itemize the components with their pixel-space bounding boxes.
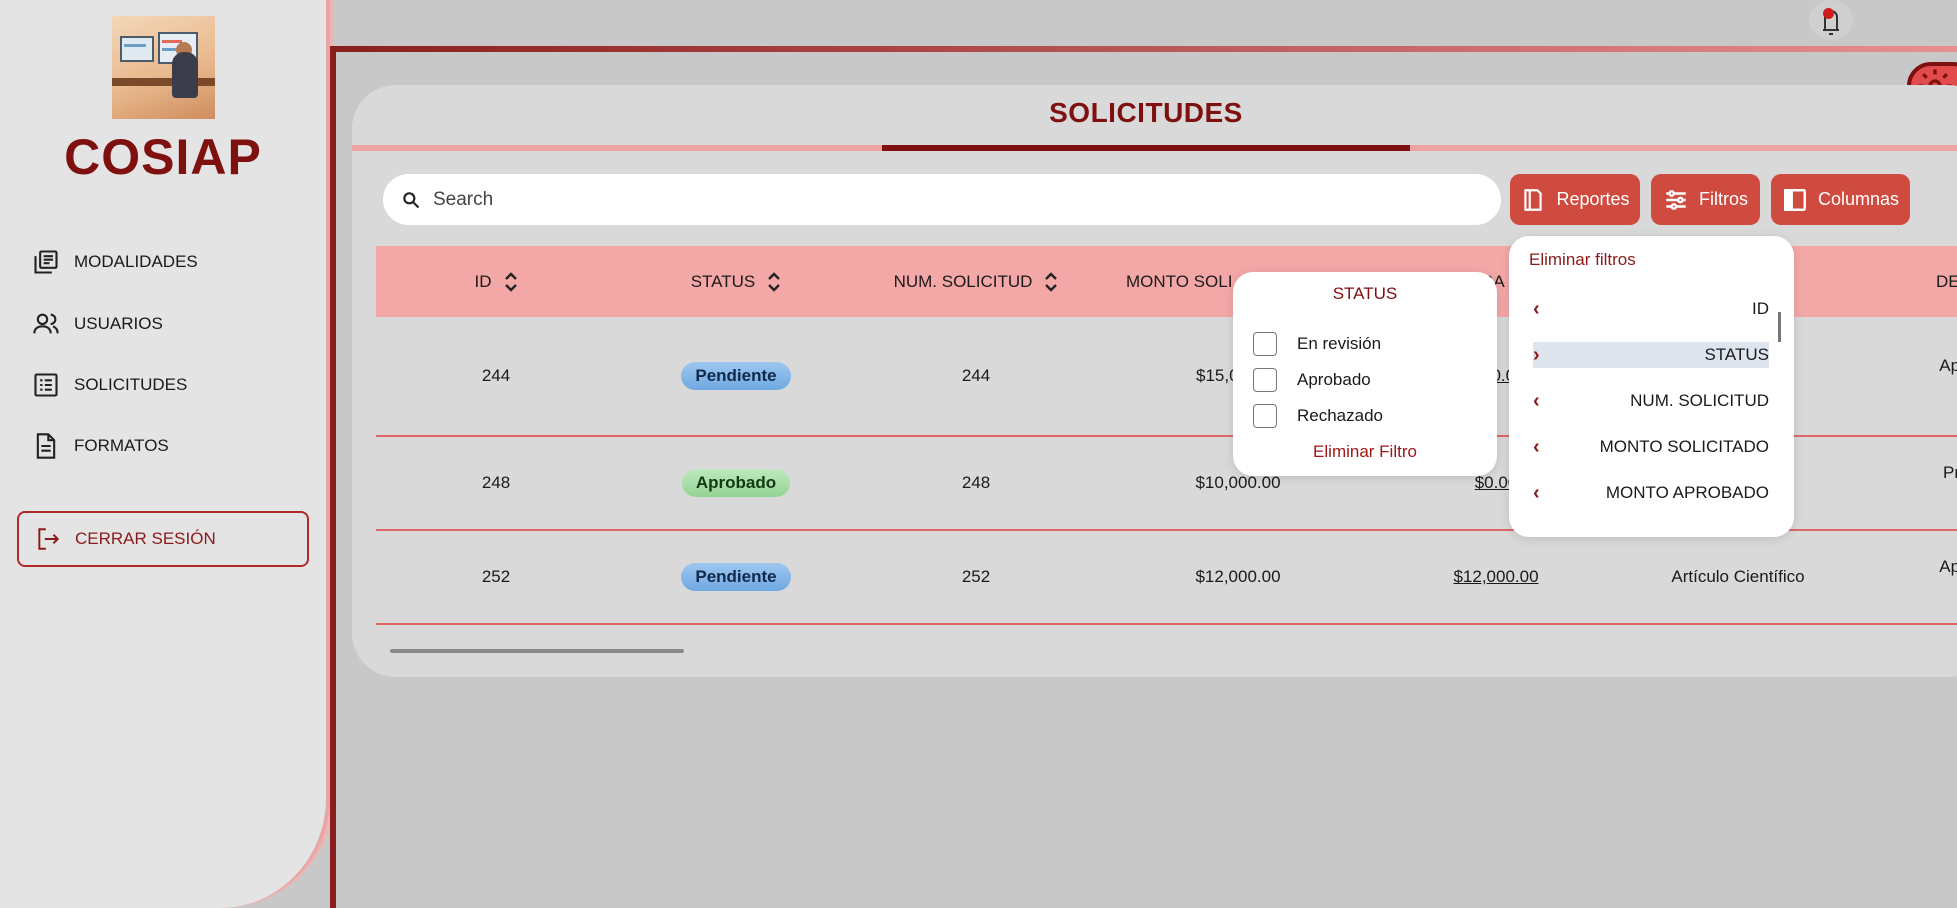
column-item-num-solicitud[interactable]: ‹ NUM. SOLICITUD [1533, 388, 1769, 414]
cell-num: 244 [961, 366, 991, 385]
chevron-left-icon: ‹ [1533, 482, 1540, 504]
status-badge: Pendiente [681, 362, 791, 390]
cell-num: 248 [961, 473, 991, 492]
list-icon [34, 373, 58, 397]
cell-status: Aprobado [656, 437, 816, 529]
users-icon [33, 313, 59, 334]
chevron-left-icon: ‹ [1533, 298, 1540, 320]
search-input[interactable] [433, 188, 1433, 211]
column-item-monto-aprobado[interactable]: ‹ MONTO APROBADO [1533, 480, 1769, 506]
cell-descripcion: Apoye [1939, 356, 1957, 375]
column-header-status[interactable]: STATUS [656, 246, 816, 317]
cell-id: 248 [481, 473, 511, 492]
nav-item-solicitudes[interactable]: SOLICITUDES [32, 370, 187, 400]
frame-top-border [330, 46, 1957, 52]
columns-menu: Eliminar filtros ‹ ID › STATUS ‹ NUM. SO… [1509, 236, 1794, 537]
title-underline-active [882, 145, 1410, 151]
status-badge: Aprobado [681, 469, 791, 497]
report-icon [1524, 188, 1543, 211]
chevron-left-icon: ‹ [1533, 436, 1540, 458]
checkbox[interactable] [1253, 332, 1277, 356]
status-option-en-revision[interactable]: En revisión [1253, 332, 1381, 356]
logo-image [112, 16, 215, 119]
library-icon [34, 250, 58, 274]
logout-label: CERRAR SESIÓN [75, 529, 216, 548]
column-header-descripcion[interactable]: DES [1936, 246, 1957, 317]
cell-aprobado-link[interactable]: $12,000.00 [1416, 531, 1576, 623]
filtros-label: Filtros [1699, 189, 1748, 209]
checkbox[interactable] [1253, 404, 1277, 428]
frame-left-border [330, 46, 336, 908]
cell-descripcion: Apoyart [1939, 557, 1957, 576]
cell-id: 252 [481, 567, 511, 586]
column-item-status[interactable]: › STATUS [1533, 342, 1769, 368]
nav-label: MODALIDADES [74, 252, 198, 271]
search-bar[interactable] [383, 174, 1501, 225]
cell-modalidad: Artículo Científico [1671, 567, 1805, 586]
nav-label: FORMATOS [74, 436, 169, 455]
sidebar: COSIAP MODALIDADES USUARIOS SOLICITUDES … [0, 0, 330, 908]
cell-num: 252 [961, 567, 991, 586]
cell-monto: $12,000.00 [1195, 567, 1281, 586]
reportes-label: Reportes [1556, 189, 1630, 209]
filtros-button[interactable]: Filtros [1651, 174, 1760, 225]
cell-status: Pendiente [656, 317, 816, 435]
column-header-id[interactable]: ID [436, 246, 556, 317]
status-badge: Pendiente [681, 563, 791, 591]
columnas-label: Columnas [1817, 189, 1900, 209]
status-option-rechazado[interactable]: Rechazado [1253, 404, 1383, 428]
status-filter-title: STATUS [1332, 284, 1398, 303]
columnas-button[interactable]: Columnas [1771, 174, 1910, 225]
search-icon [403, 191, 420, 208]
page-title: SOLICITUDES [1049, 97, 1243, 128]
document-icon [36, 433, 56, 459]
chevron-left-icon: ‹ [1533, 390, 1540, 412]
nav-item-usuarios[interactable]: USUARIOS [32, 309, 163, 339]
logout-button[interactable]: CERRAR SESIÓN [17, 511, 309, 567]
cell-descripcion: Proyc [1943, 463, 1957, 482]
brand-name: COSIAP [64, 129, 262, 185]
eliminar-filtros-button[interactable]: Eliminar filtros [1529, 250, 1636, 270]
checkbox[interactable] [1253, 368, 1277, 392]
horizontal-scrollbar[interactable] [390, 649, 684, 653]
column-header-num-solicitud[interactable]: NUM. SOLICITUD [876, 246, 1076, 317]
chevron-right-icon: › [1533, 344, 1540, 366]
column-item-id[interactable]: ‹ ID [1533, 296, 1769, 322]
notifications-button[interactable] [1809, 0, 1853, 40]
nav-item-modalidades[interactable]: MODALIDADES [32, 247, 198, 277]
notification-dot [1823, 8, 1834, 19]
table-row[interactable]: 252 Pendiente 252 $12,000.00 $12,000.00 … [376, 531, 1957, 625]
nav-label: SOLICITUDES [74, 375, 188, 394]
sort-icon[interactable] [767, 270, 781, 294]
bell-icon [1823, 10, 1839, 35]
cell-status: Pendiente [656, 531, 816, 623]
logout-icon [38, 528, 60, 550]
column-item-monto-solicitado[interactable]: ‹ MONTO SOLICITADO [1533, 434, 1769, 460]
columns-menu-scrollbar[interactable] [1778, 312, 1781, 342]
reportes-button[interactable]: Reportes [1510, 174, 1640, 225]
cell-id: 244 [481, 366, 511, 385]
nav-label: USUARIOS [74, 314, 163, 333]
status-filter-popup: STATUS En revisión Aprobado Rechazado El… [1233, 272, 1497, 476]
eliminar-filtro-button[interactable]: Eliminar Filtro [1233, 442, 1497, 462]
columns-icon [1784, 188, 1806, 211]
status-option-aprobado[interactable]: Aprobado [1253, 368, 1371, 392]
sort-icon[interactable] [504, 270, 518, 294]
sort-icon[interactable] [1044, 270, 1058, 294]
sliders-icon [1666, 189, 1686, 210]
nav-item-formatos[interactable]: FORMATOS [32, 431, 169, 461]
